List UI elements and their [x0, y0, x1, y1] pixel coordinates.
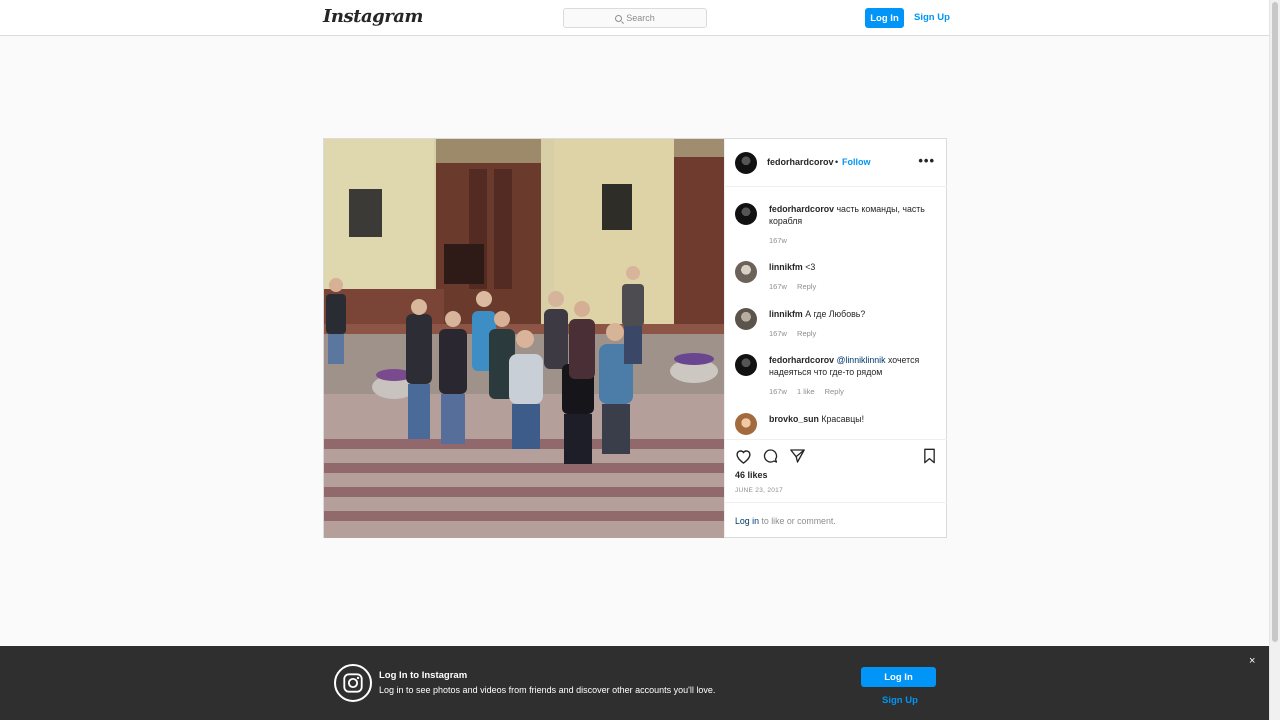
banner-signup-link[interactable]: Sign Up — [882, 695, 918, 706]
comment-content: <3 — [805, 262, 816, 272]
comment-time[interactable]: 167w — [769, 236, 787, 245]
scrollbar[interactable] — [1269, 0, 1280, 720]
comment-mention[interactable]: @linniklinnik — [836, 355, 885, 365]
search-placeholder: Search — [626, 13, 655, 23]
search-icon — [615, 14, 623, 22]
avatar[interactable] — [735, 354, 757, 376]
comment-content: Красавцы! — [821, 414, 865, 424]
comments-list[interactable]: fedorhardcorov часть команды, часть кора… — [725, 188, 947, 438]
post-username[interactable]: fedorhardcorov — [767, 157, 834, 167]
comment-likes[interactable]: 1 like — [797, 387, 815, 396]
avatar[interactable] — [735, 308, 757, 330]
heart-icon[interactable] — [735, 448, 752, 464]
login-link[interactable]: Log in — [735, 516, 759, 526]
comment-text: fedorhardcorov @linniklinnik хочется над… — [769, 354, 931, 378]
post-header: fedorhardcorov • Follow ••• — [725, 139, 947, 187]
comment-username[interactable]: fedorhardcorov — [769, 355, 834, 365]
comment-text: fedorhardcorov часть команды, часть кора… — [769, 203, 931, 227]
banner-login-button[interactable]: Log In — [861, 667, 936, 687]
comment-username[interactable]: linnikfm — [769, 309, 803, 319]
scrollbar-thumb[interactable] — [1272, 2, 1278, 642]
post-photo[interactable] — [324, 139, 724, 538]
more-options-icon[interactable]: ••• — [918, 153, 935, 168]
avatar[interactable] — [735, 203, 757, 225]
banner-subtitle: Log in to see photos and videos from fri… — [379, 685, 716, 695]
signup-link[interactable]: Sign Up — [914, 12, 950, 23]
comment-text: linnikfm А где Любовь? — [769, 308, 931, 320]
share-icon[interactable] — [789, 448, 806, 464]
action-icons — [735, 448, 806, 464]
login-prompt: Log in to like or comment. — [725, 502, 947, 538]
post-date[interactable]: JUNE 23, 2017 — [735, 487, 783, 494]
avatar[interactable] — [735, 413, 757, 435]
bookmark-icon[interactable] — [922, 448, 937, 464]
comment-meta: 167w Reply — [769, 329, 824, 338]
avatar[interactable] — [735, 152, 757, 174]
login-button[interactable]: Log In — [865, 8, 904, 28]
post-card: fedorhardcorov • Follow ••• fedorhardcor… — [323, 138, 947, 538]
post-side-panel: fedorhardcorov • Follow ••• fedorhardcor… — [724, 139, 947, 537]
comment-meta: 167w Reply — [769, 282, 824, 291]
comment-meta: 167w 1 like Reply — [769, 387, 852, 396]
comment-text: linnikfm <3 — [769, 261, 931, 273]
post-image-group-photo — [324, 139, 724, 538]
follow-button[interactable]: Follow — [842, 157, 871, 167]
comment-username[interactable]: fedorhardcorov — [769, 204, 834, 214]
post-actions: 46 likes JUNE 23, 2017 Log in to like or… — [725, 439, 947, 537]
instagram-logo[interactable]: Instagram — [323, 6, 423, 27]
banner-title: Log In to Instagram — [379, 670, 468, 681]
reply-button[interactable]: Reply — [825, 387, 844, 396]
comment-icon[interactable] — [762, 448, 779, 464]
search-input[interactable]: Search — [563, 8, 707, 28]
comment-text: brovko_sun Красавцы! — [769, 413, 931, 425]
comment-time[interactable]: 167w — [769, 282, 787, 291]
comment-time[interactable]: 167w — [769, 329, 787, 338]
close-icon[interactable]: × — [1249, 655, 1255, 667]
login-banner: Log In to Instagram Log in to see photos… — [0, 646, 1269, 720]
top-nav: Instagram Search Log In Sign Up — [0, 0, 1269, 36]
reply-button[interactable]: Reply — [797, 282, 816, 291]
login-prompt-text: to like or comment. — [761, 516, 836, 526]
instagram-icon — [334, 664, 372, 702]
reply-button[interactable]: Reply — [797, 329, 816, 338]
comment-time[interactable]: 167w — [769, 387, 787, 396]
separator-dot: • — [835, 157, 839, 167]
comment-username[interactable]: brovko_sun — [769, 414, 819, 424]
likes-count[interactable]: 46 likes — [735, 470, 768, 480]
comment-content: А где Любовь? — [805, 309, 866, 319]
comment-username[interactable]: linnikfm — [769, 262, 803, 272]
avatar[interactable] — [735, 261, 757, 283]
comment-meta: 167w — [769, 236, 795, 245]
